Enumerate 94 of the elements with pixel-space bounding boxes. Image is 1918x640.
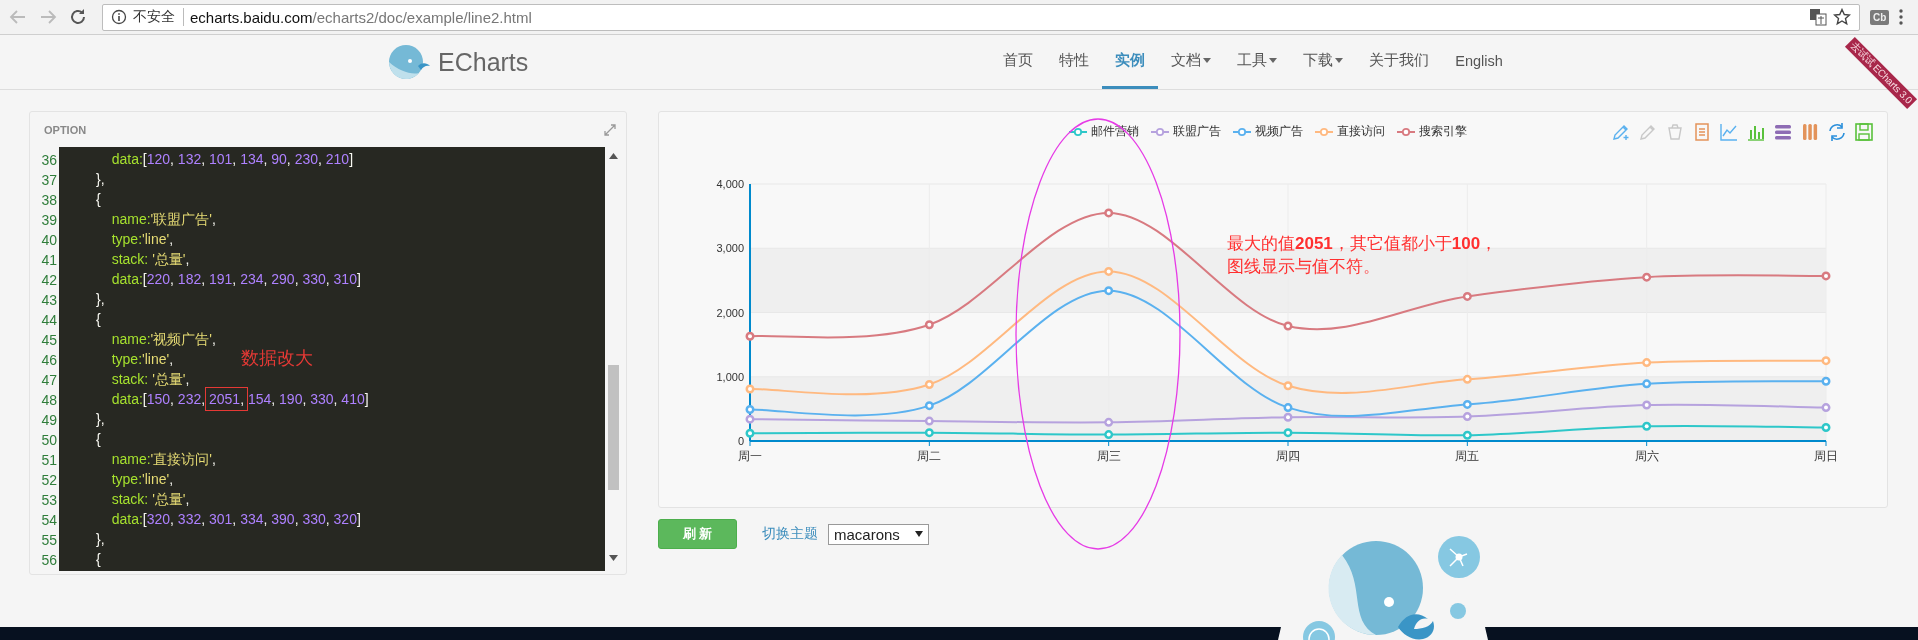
legend-item[interactable]: 搜索引擎 — [1397, 123, 1467, 141]
axis-label: 周二 — [917, 448, 942, 463]
line-number: 41 — [40, 251, 58, 270]
axis-label: 周三 — [1096, 448, 1121, 463]
legend-item[interactable]: 直接访问 — [1315, 123, 1385, 141]
code-line: data:[320, 332, 301, 334, 390, 330, 320] — [110, 510, 361, 529]
line-number: 55 — [40, 531, 58, 550]
code-line: name:'视频广告', — [110, 330, 216, 349]
line-number: 47 — [40, 371, 58, 390]
line-number: 40 — [40, 231, 58, 250]
line-number: 54 — [40, 511, 58, 530]
line-number: 48 — [40, 391, 58, 410]
code-line: type:'line', — [110, 230, 174, 249]
code-line: { — [95, 430, 101, 449]
axis-label: 周六 — [1634, 448, 1659, 463]
axis-label: 3,000 — [716, 242, 744, 255]
code-area[interactable] — [59, 147, 605, 571]
panel-title: OPTION — [44, 123, 87, 136]
code-line: { — [95, 190, 101, 209]
code-line: name:'联盟广告', — [110, 210, 216, 229]
code-line: { — [95, 550, 101, 569]
axis-label: 1,000 — [716, 370, 744, 383]
address-bar[interactable]: 不安全 echarts.baidu.com/echarts2/doc/example/line2.html — [102, 3, 1860, 31]
line-number: 45 — [40, 331, 58, 350]
line-number: 50 — [40, 431, 58, 450]
code-line: }, — [95, 410, 105, 429]
refresh-icon[interactable] — [1827, 122, 1847, 142]
scroll-down-icon[interactable] — [609, 555, 618, 561]
line-number: 42 — [40, 271, 58, 290]
code-line: }, — [95, 170, 105, 189]
stacked-rows-icon[interactable] — [1773, 122, 1793, 142]
line-number: 52 — [40, 471, 58, 490]
line-number: 43 — [40, 291, 58, 310]
code-line: stack: '总量', — [110, 250, 190, 269]
line-number: 44 — [40, 311, 58, 330]
url-text: echarts.baidu.com/echarts2/doc/example/line2.html — [190, 8, 532, 26]
document-icon[interactable] — [1692, 122, 1712, 142]
code-line: }, — [95, 530, 105, 549]
axis-label: 周一 — [738, 448, 762, 463]
translate-icon[interactable] — [1809, 8, 1827, 26]
line-number: 51 — [40, 451, 58, 470]
line-number: 49 — [40, 411, 58, 430]
legend-item[interactable]: 视频广告 — [1233, 123, 1303, 141]
reload-icon[interactable] — [68, 7, 88, 27]
code-line: type:'line', — [110, 470, 174, 489]
code-line: data:[120, 132, 101, 134, 90, 230, 210] — [110, 150, 354, 169]
line-chart-icon[interactable] — [1719, 122, 1739, 142]
scrollbar-thumb[interactable] — [608, 365, 619, 490]
axis-label: 2,000 — [716, 306, 744, 319]
security-label: 不安全 — [133, 8, 184, 26]
whale-logo-icon[interactable] — [388, 44, 432, 80]
expand-icon[interactable] — [604, 123, 616, 136]
legend-item[interactable]: 联盟广告 — [1151, 123, 1221, 141]
code-line: name:'直接访问', — [110, 450, 216, 469]
code-line: }, — [95, 290, 105, 309]
logo-text[interactable]: ECharts — [438, 47, 529, 77]
nav-item[interactable]: 特性 — [1046, 35, 1103, 89]
nav-item[interactable]: 工具 — [1224, 35, 1291, 89]
nav-item[interactable]: English — [1442, 35, 1516, 89]
line-number: 56 — [40, 551, 58, 570]
code-line: type:'line', — [110, 350, 174, 369]
caret-icon — [915, 531, 923, 537]
code-line: stack: '总量', — [110, 370, 190, 389]
annotation-text: 数据改大 — [241, 347, 313, 370]
axis-label: 4,000 — [716, 177, 744, 190]
line-number: 36 — [40, 151, 58, 170]
code-line: data:[150, 232, 2051, 154, 190, 330, 410] — [59, 389, 369, 409]
nav-item[interactable]: 下载 — [1290, 35, 1357, 89]
line-number: 38 — [40, 191, 58, 210]
extension-button[interactable]: Cb — [1870, 9, 1890, 25]
axis-label: 周五 — [1455, 448, 1480, 463]
line-number: 53 — [40, 491, 58, 510]
axis-label: 0 — [737, 434, 744, 447]
axis-label: 周四 — [1276, 448, 1300, 463]
theme-label: 切换主题 — [762, 525, 818, 543]
legend-item[interactable]: 邮件营销 — [1069, 123, 1139, 141]
code-line: { — [95, 310, 101, 329]
nav-item[interactable]: 关于我们 — [1356, 35, 1443, 89]
menu-icon[interactable] — [1899, 9, 1904, 25]
line-number: 37 — [40, 171, 58, 190]
annotation-text: 最大的值2051，其它值都小于100， 图线显示与值不符。 — [1227, 233, 1498, 278]
axis-label: 周日 — [1814, 448, 1838, 463]
theme-select[interactable]: macarons — [828, 523, 929, 545]
columns-icon[interactable] — [1800, 122, 1820, 142]
star-icon[interactable] — [1833, 8, 1851, 26]
nav-item[interactable]: 文档 — [1158, 35, 1225, 89]
scroll-up-icon[interactable] — [609, 153, 618, 159]
code-line: stack: '总量', — [110, 490, 190, 509]
nav-item[interactable]: 首页 — [990, 35, 1047, 89]
save-icon[interactable] — [1854, 122, 1874, 142]
info-icon[interactable] — [111, 9, 127, 25]
code-line: data:[220, 182, 191, 234, 290, 330, 310] — [110, 270, 361, 289]
line-number: 46 — [40, 351, 58, 370]
line-number: 39 — [40, 211, 58, 230]
